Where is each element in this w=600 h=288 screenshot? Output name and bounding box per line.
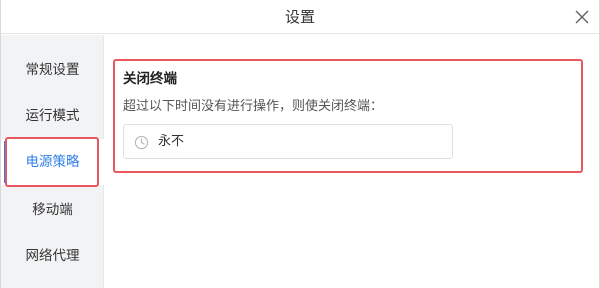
sidebar-item-network-proxy[interactable]: 网络代理 xyxy=(1,233,104,279)
clock-icon xyxy=(134,135,149,150)
sidebar-item-general[interactable]: 常规设置 xyxy=(1,47,104,93)
section-title: 关闭终端 xyxy=(123,71,177,87)
close-button[interactable] xyxy=(573,8,591,26)
sidebar-item-run-mode[interactable]: 运行模式 xyxy=(1,93,104,139)
dialog-title: 设置 xyxy=(284,8,315,26)
shutdown-time-select[interactable]: 永不 xyxy=(123,124,453,159)
selected-value: 永不 xyxy=(158,134,185,149)
title-bar: 设置 xyxy=(1,0,599,34)
sidebar-item-mobile[interactable]: 移动端 xyxy=(1,187,104,233)
settings-content: 关闭终端 超过以下时间没有进行操作，则使关闭终端： 永不 xyxy=(105,35,599,288)
shutdown-section: 关闭终端 超过以下时间没有进行操作，则使关闭终端： 永不 xyxy=(113,59,583,173)
close-icon xyxy=(575,10,589,24)
settings-sidebar: 常规设置 运行模式 电源策略 移动端 网络代理 xyxy=(1,35,104,288)
settings-dialog: 设置 常规设置 运行模式 电源策略 移动端 网络代理 关闭终端 超过以下时间没有… xyxy=(0,0,600,288)
section-description: 超过以下时间没有进行操作，则使关闭终端： xyxy=(123,99,384,114)
sidebar-item-power-policy[interactable]: 电源策略 xyxy=(1,139,104,185)
